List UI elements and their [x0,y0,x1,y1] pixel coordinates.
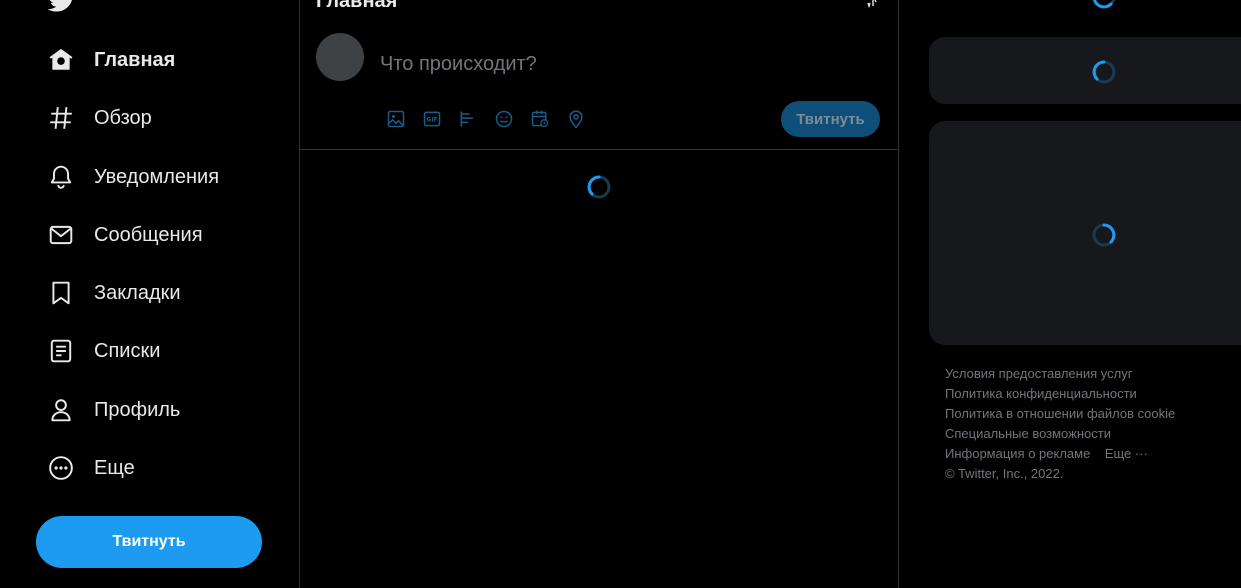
sidebar-card-search [929,37,1241,104]
nav-item-label: Обзор [94,106,152,129]
nav-item-label: Уведомления [94,165,220,188]
sidebar-card-trends [929,121,1241,345]
nav-item-label: Еще [94,456,135,479]
sparkle-icon[interactable] [864,0,880,10]
loading-spinner-icon [1092,60,1116,84]
footer-more-link[interactable]: Еще ··· [1105,446,1148,461]
nav-item-label: Главная [94,48,176,71]
mail-icon [44,218,78,252]
nav-item-label: Списки [94,339,161,362]
compose-toolbar: GIF [378,108,594,130]
hashtag-icon [44,101,78,135]
sidebar-nav: Главная Обзор Уведомления Сообщения Закл… [0,0,299,588]
loading-spinner-icon [1092,0,1116,9]
footer-link-privacy[interactable]: Политика конфиденциальности [945,386,1137,401]
svg-text:GIF: GIF [427,118,438,124]
divider [300,149,898,150]
loading-spinner-icon [1092,223,1116,247]
nav-item-label: Сообщения [94,223,203,246]
nav-item-bookmarks[interactable]: Закладки [44,270,181,316]
nav-item-explore[interactable]: Обзор [44,95,152,141]
home-icon [44,43,78,77]
loading-spinner-icon [587,175,611,199]
emoji-icon[interactable] [486,108,522,130]
image-icon[interactable] [378,108,414,130]
person-icon [44,393,78,427]
footer-link-ads-info[interactable]: Информация о рекламе [945,446,1090,461]
footer-link-accessibility[interactable]: Специальные возможности [945,426,1111,441]
schedule-icon[interactable] [522,108,558,130]
nav-item-lists[interactable]: Списки [44,328,160,374]
page-title: Главная [316,0,398,12]
compose-input[interactable] [378,48,822,80]
nav-item-label: Закладки [94,281,181,304]
copyright: © Twitter, Inc., 2022. [945,466,1064,481]
avatar[interactable] [316,33,364,81]
compose-tweet-button[interactable]: Твитнуть [781,101,880,137]
home-timeline: Главная GIF Твитнуть [299,0,899,588]
location-icon[interactable] [558,108,594,130]
more-circle-icon [44,451,78,485]
gif-icon[interactable]: GIF [414,108,450,130]
nav-item-home[interactable]: Главная [44,37,175,83]
footer-link-terms[interactable]: Условия предоставления услуг [945,366,1132,381]
nav-item-more[interactable]: Еще [44,445,135,491]
twitter-logo-icon[interactable] [48,0,76,14]
footer-links: Условия предоставления услуг Политика ко… [945,364,1225,484]
footer-link-cookies[interactable]: Политика в отношении файлов cookie [945,406,1175,421]
nav-item-label: Профиль [94,398,181,421]
tweet-button[interactable]: Твитнуть [36,516,262,568]
poll-icon[interactable] [450,108,486,130]
nav-item-profile[interactable]: Профиль [44,387,180,433]
list-icon [44,334,78,368]
bell-icon [44,160,78,194]
bookmark-icon [44,276,78,310]
nav-item-notifications[interactable]: Уведомления [44,154,219,200]
nav-item-messages[interactable]: Сообщения [44,212,203,258]
